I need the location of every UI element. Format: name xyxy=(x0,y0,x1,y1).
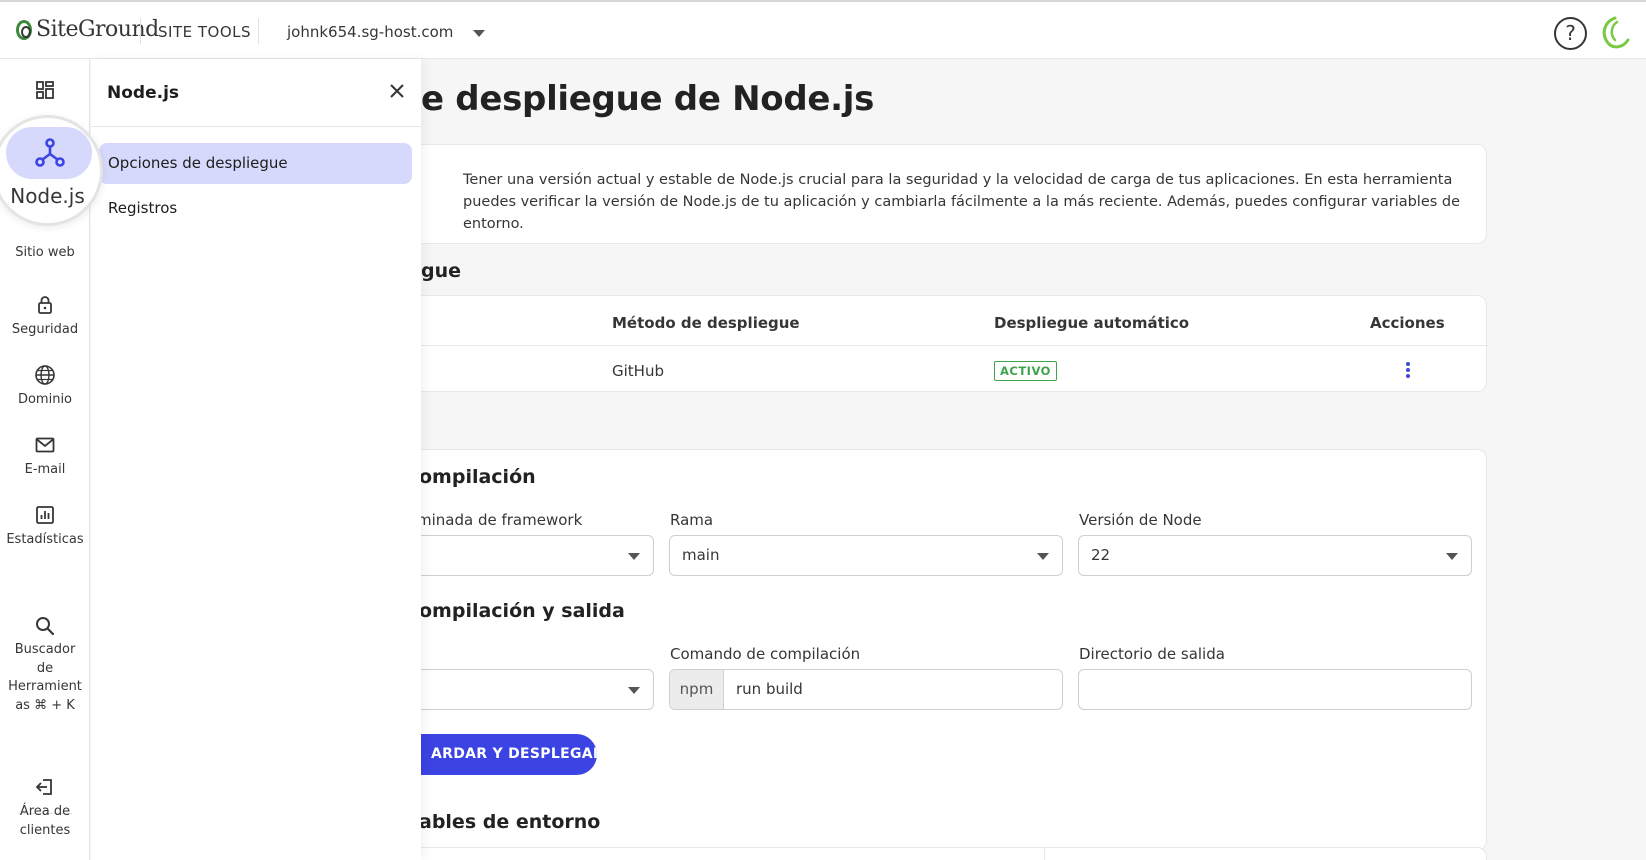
panel-divider xyxy=(91,126,421,127)
divider xyxy=(258,18,259,44)
intro-card: Tener una versión actual y estable de No… xyxy=(421,144,1487,244)
siteground-leaf-icon[interactable] xyxy=(1598,14,1632,50)
page-title: e despliegue de Node.js xyxy=(421,79,875,119)
status-badge: ACTIVO xyxy=(994,361,1057,381)
lock-icon xyxy=(38,296,52,314)
globe-icon xyxy=(35,365,55,385)
panel-item-deploy-options[interactable]: Opciones de despliegue xyxy=(99,143,412,184)
panel-title: Node.js xyxy=(107,83,180,103)
chevron-down-icon xyxy=(628,687,640,694)
column-header-method: Método de despliegue xyxy=(612,314,800,332)
top-bar: SiteGround SITE TOOLS johnk654.sg-host.c… xyxy=(0,0,1646,59)
nodejs-panel: Node.js Opciones de despliegue Registros xyxy=(91,59,421,860)
package-manager-select[interactable] xyxy=(421,669,654,710)
nav-item-label: Node.js xyxy=(10,184,85,208)
mail-icon xyxy=(35,437,55,453)
nav-item-label: Seguridad xyxy=(11,322,79,337)
domain-selector[interactable]: johnk654.sg-host.com xyxy=(287,23,453,41)
cell-method: GitHub xyxy=(612,362,664,380)
nav-item-estadisticas[interactable]: Estadísticas xyxy=(0,504,90,547)
close-icon[interactable] xyxy=(387,81,407,101)
site-tools-label: SITE TOOLS xyxy=(158,23,252,41)
nav-item-label: Estadísticas xyxy=(6,532,84,547)
exit-icon xyxy=(35,779,52,795)
divider xyxy=(140,18,141,44)
column-header-auto-deploy: Despliegue automático xyxy=(994,314,1190,332)
output-section-heading: ompilación y salida xyxy=(421,600,625,622)
build-command-value[interactable]: run build xyxy=(736,670,803,709)
search-icon xyxy=(36,617,55,636)
build-settings-card xyxy=(421,449,1487,851)
output-dir-field[interactable] xyxy=(1078,669,1472,710)
branch-select[interactable]: main xyxy=(669,535,1063,576)
build-section-heading: ompilación xyxy=(421,466,536,488)
output-dir-label: Directorio de salida xyxy=(1079,645,1225,663)
chevron-down-icon[interactable] xyxy=(473,30,485,37)
nav-item-email[interactable]: E-mail xyxy=(0,434,90,477)
panel-item-logs[interactable]: Registros xyxy=(99,188,412,229)
nav-item-active-highlight xyxy=(6,127,92,179)
node-version-select[interactable]: 22 xyxy=(1078,535,1472,576)
nav-item-label: Sitio web xyxy=(15,245,75,260)
nav-item-label: E-mail xyxy=(24,462,66,477)
chevron-down-icon xyxy=(628,553,640,560)
framework-select[interactable] xyxy=(421,535,654,576)
help-button[interactable]: ? xyxy=(1554,17,1587,50)
chevron-down-icon xyxy=(1446,553,1458,560)
column-header-actions: Acciones xyxy=(1370,314,1445,332)
chevron-down-icon xyxy=(1037,553,1049,560)
nav-item-client-area[interactable]: Área de clientes xyxy=(0,776,90,840)
node-version-value: 22 xyxy=(1091,546,1111,564)
nav-item-label: Área de clientes xyxy=(19,804,71,838)
stats-icon xyxy=(36,506,54,524)
siteground-logo-mark-icon xyxy=(16,19,32,40)
nav-item-sitio-web[interactable]: Sitio web xyxy=(0,245,90,260)
intro-text: Tener una versión actual y estable de No… xyxy=(463,172,1461,232)
more-actions-icon[interactable] xyxy=(1403,360,1413,382)
nav-item-seguridad[interactable]: Seguridad xyxy=(0,294,90,337)
build-command-field[interactable]: npm run build xyxy=(669,669,1063,710)
env-vars-section-heading: ables de entorno xyxy=(421,811,601,833)
nav-item-label: Dominio xyxy=(17,392,73,407)
branch-label: Rama xyxy=(670,511,714,529)
nodejs-deploy-icon xyxy=(35,138,65,167)
dashboard-icon[interactable] xyxy=(35,80,55,100)
main-content: e despliegue de Node.js Tener una versió… xyxy=(421,59,1646,860)
siteground-logo[interactable]: SiteGround xyxy=(16,17,159,42)
env-vars-card xyxy=(421,847,1487,860)
deploy-section-heading: gue xyxy=(421,260,462,282)
nav-item-label: Buscador de Herramient as ⌘ + K xyxy=(8,642,82,713)
nav-item-dominio[interactable]: Dominio xyxy=(0,364,90,407)
framework-label: minada de framework xyxy=(421,511,583,529)
env-divider xyxy=(1044,848,1045,860)
deployments-table: Método de despliegue Despliegue automáti… xyxy=(421,295,1488,392)
save-and-deploy-button[interactable]: ARDAR Y DESPLEGAR xyxy=(421,734,597,775)
build-command-label: Comando de compilación xyxy=(670,645,861,663)
build-command-prefix: npm xyxy=(670,670,724,709)
nav-item-tool-finder[interactable]: Buscador de Herramient as ⌘ + K xyxy=(0,615,90,715)
table-divider xyxy=(421,345,1488,346)
node-version-label: Versión de Node xyxy=(1079,511,1202,529)
branch-value: main xyxy=(682,546,720,564)
